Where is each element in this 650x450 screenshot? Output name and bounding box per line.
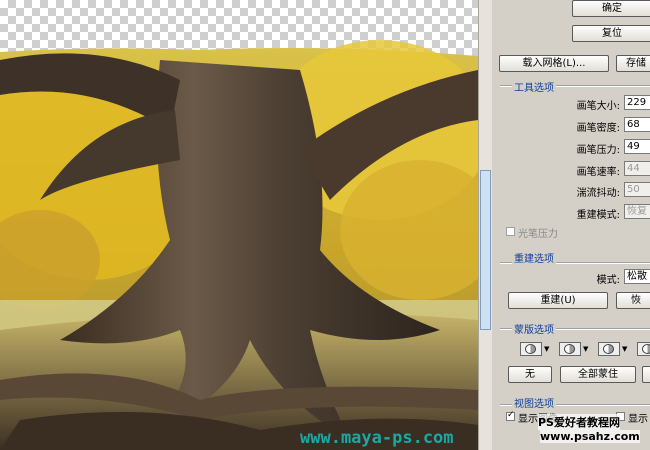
save-mesh-button[interactable]: 存储 (616, 55, 650, 72)
brush-density-label: 画笔密度: (576, 123, 620, 134)
watermark-site: www.maya-ps.com (300, 428, 454, 448)
check-icon: ✓ (507, 410, 515, 420)
brush-pressure-field[interactable]: 49 (624, 139, 650, 154)
mask-intersect-icon[interactable] (637, 342, 650, 356)
chevron-down-icon: ▼ (622, 345, 628, 353)
image-canvas[interactable] (0, 0, 478, 450)
liquify-options-panel: 确定 复位 载入网格(L)... 存储 工具选项 画笔大小: 229 画笔密度:… (492, 0, 650, 450)
ok-button[interactable]: 确定 (572, 0, 650, 17)
show-mesh-label: 显示 (628, 414, 648, 425)
mode-label: 模式: (596, 275, 620, 286)
stylus-pressure-label: 光笔压力 (518, 229, 558, 240)
chevron-down-icon: ▼ (583, 345, 589, 353)
scrollbar-thumb[interactable] (480, 170, 491, 330)
brush-size-label: 画笔大小: (576, 101, 620, 112)
reset-button[interactable]: 复位 (572, 25, 650, 42)
turbulent-jitter-label: 湍流抖动: (576, 188, 620, 199)
mask-subtract-icon[interactable] (598, 342, 620, 356)
vertical-scrollbar[interactable] (478, 0, 492, 450)
tool-options-title: 工具选项 (512, 79, 556, 94)
show-image-checkbox[interactable]: ✓ (506, 410, 515, 421)
invert-all-button[interactable]: 全 (642, 366, 650, 383)
brush-density-field[interactable]: 68 (624, 117, 650, 132)
mode-select[interactable]: 松散 (624, 269, 650, 284)
brush-pressure-label: 画笔压力: (576, 145, 620, 156)
view-options-title: 视图选项 (512, 395, 556, 410)
brush-rate-label: 画笔速率: (576, 167, 620, 178)
mask-none-button[interactable]: 无 (508, 366, 552, 383)
chevron-down-icon: ▼ (544, 345, 550, 353)
load-mesh-button[interactable]: 载入网格(L)... (499, 55, 609, 72)
watermark-site-cn: PS爱好者教程网 (538, 414, 620, 430)
reconstruct-mode-select[interactable]: 恢复 (624, 204, 650, 219)
tree-image (0, 40, 478, 450)
reconstruct-mode-label: 重建模式: (576, 210, 620, 221)
reconstruct-options-title: 重建选项 (512, 250, 556, 265)
brush-rate-field[interactable]: 44 (624, 161, 650, 176)
watermark-site-url: www.psahz.com (540, 430, 640, 443)
turbulent-jitter-field[interactable]: 50 (624, 182, 650, 197)
mask-all-button[interactable]: 全部蒙住 (560, 366, 636, 383)
restore-all-button[interactable]: 恢 (616, 292, 650, 309)
reconstruct-button[interactable]: 重建(U) (508, 292, 608, 309)
stylus-pressure-checkbox[interactable] (506, 227, 515, 236)
mask-add-icon[interactable] (559, 342, 581, 356)
mask-options-title: 蒙版选项 (512, 321, 556, 336)
mask-replace-icon[interactable] (520, 342, 542, 356)
brush-size-field[interactable]: 229 (624, 95, 650, 110)
